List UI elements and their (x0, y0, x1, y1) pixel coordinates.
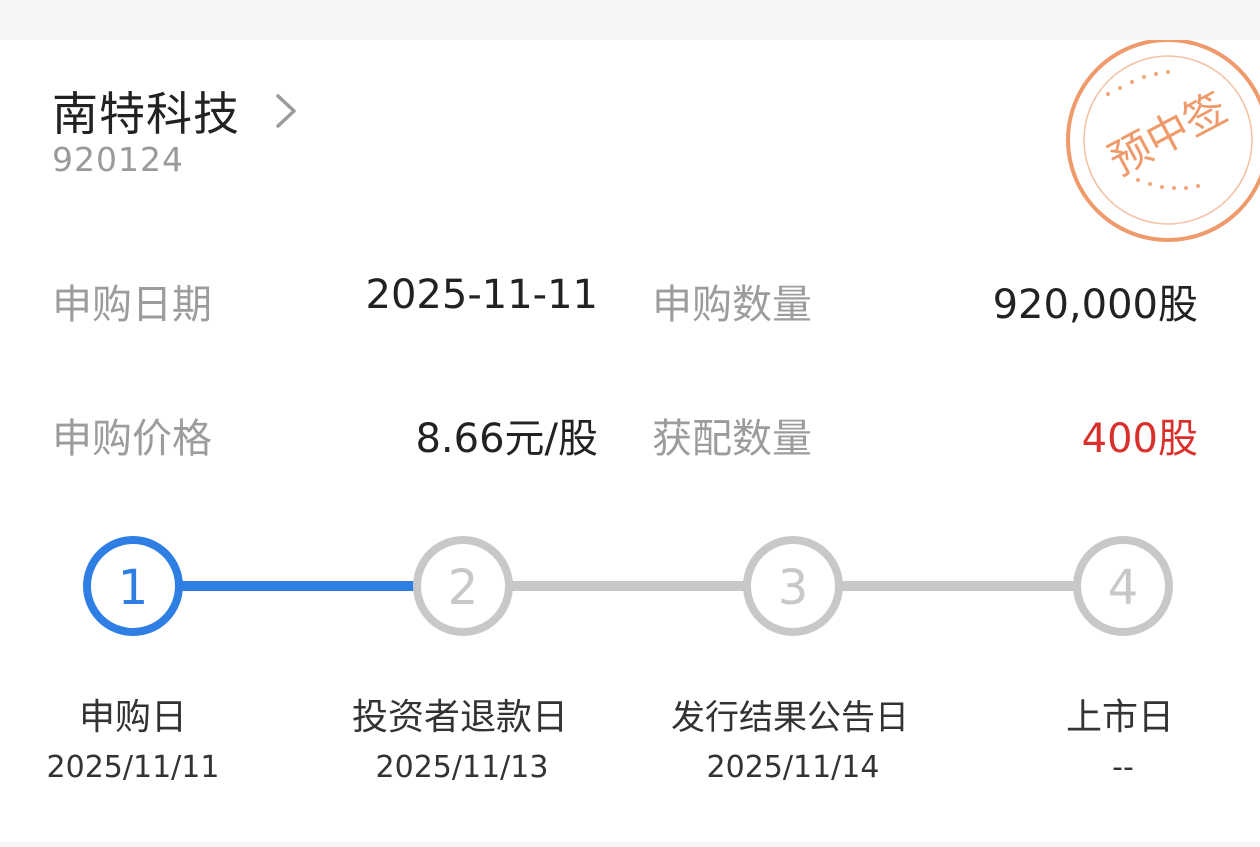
subscribe-price-value: 8.66元/股 (415, 416, 598, 462)
subscribe-qty-label: 申购数量 (652, 282, 812, 328)
chevron-right-icon (276, 94, 296, 128)
step-3-date: 2025/11/14 (706, 750, 880, 785)
stamp-text: 预中签 (1101, 83, 1235, 185)
step-2-number: 2 (448, 560, 479, 616)
subscribe-date-value: 2025-11-11 (365, 272, 598, 318)
step-3-label: 发行结果公告日 (671, 698, 909, 738)
ipo-card: 南特科技 920124 预中签 申购日期 2025-11-11 申购数量 920… (0, 40, 1260, 842)
step-4-number: 4 (1108, 560, 1139, 616)
pre-allotment-stamp: 预中签 (1066, 40, 1260, 242)
step-1-number: 1 (118, 560, 149, 616)
step-4-label: 上市日 (1065, 697, 1174, 738)
allotted-qty-value: 400股 (1081, 416, 1198, 462)
stock-code: 920124 (52, 140, 184, 179)
subscribe-date-label: 申购日期 (52, 282, 212, 328)
step-2-label: 投资者退款日 (351, 697, 568, 738)
ipo-progress-steps: 1 2 3 4 (83, 536, 1173, 636)
stock-name: 南特科技 (52, 87, 240, 141)
step-3-number: 3 (778, 560, 809, 616)
allotted-qty-label: 获配数量 (652, 416, 812, 462)
step-1-date: 2025/11/11 (46, 750, 220, 785)
step-1-label: 申购日 (78, 697, 187, 738)
subscribe-qty-value: 920,000股 (992, 282, 1198, 328)
step-2-date: 2025/11/13 (375, 750, 549, 785)
subscribe-price-label: 申购价格 (52, 416, 212, 462)
stock-header-link[interactable]: 南特科技 (52, 78, 302, 144)
step-4-date: -- (1112, 750, 1134, 785)
